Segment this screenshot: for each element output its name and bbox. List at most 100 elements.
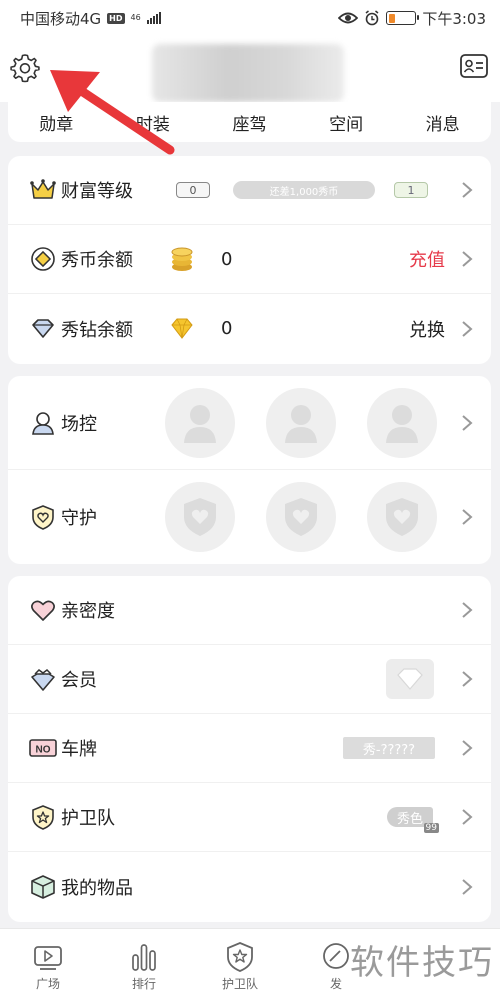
chevron-right-icon	[462, 414, 473, 431]
chevron-right-icon	[462, 809, 473, 825]
bar-rank-icon	[132, 944, 156, 971]
guard-team-label: 护卫队	[61, 808, 115, 829]
publish-icon	[323, 943, 349, 969]
shield-star-icon	[32, 805, 54, 830]
guard-team-level: 99	[423, 823, 439, 833]
diamond-gem-icon	[171, 318, 193, 339]
intimacy-row[interactable]: 亲密度	[8, 576, 491, 645]
person-placeholder-icon	[386, 404, 418, 443]
guard-team-row[interactable]: 护卫队 秀色 99	[8, 783, 491, 852]
nav-plaza-label: 广场	[35, 977, 60, 991]
empty-guard-slot[interactable]	[266, 482, 336, 552]
shield-placeholder-icon	[184, 498, 216, 536]
profile-info-blurred[interactable]	[152, 44, 344, 102]
member-row[interactable]: 会员	[8, 645, 491, 714]
battery-icon	[386, 11, 420, 25]
chevron-right-icon	[462, 671, 473, 687]
video-play-icon	[34, 946, 62, 970]
guard-row[interactable]: 守护	[8, 470, 491, 564]
diamond-outline-icon	[32, 318, 54, 338]
shield-placeholder-icon	[386, 498, 418, 536]
coin-balance-row[interactable]: 秀币余额 0 充值	[8, 225, 491, 294]
empty-avatar-slot[interactable]	[165, 387, 235, 458]
network-type: 46	[130, 13, 141, 22]
chevron-right-icon	[462, 182, 473, 198]
license-plate-row[interactable]: NO 车牌 秀-?????	[8, 714, 491, 783]
venue-control-label: 场控	[61, 413, 97, 435]
exchange-button[interactable]: 兑换	[409, 316, 445, 342]
level-progress-bar: 还差1,000秀币	[233, 181, 375, 199]
member-label: 会员	[61, 670, 97, 691]
id-card-icon[interactable]	[460, 54, 488, 78]
tab-messages[interactable]: 消息	[426, 110, 460, 135]
crown-icon	[30, 179, 56, 199]
status-bar: 中国移动4G HD 46 下午3:03	[0, 0, 500, 36]
coin-balance-value: 0	[221, 248, 233, 270]
chevron-right-icon	[462, 320, 473, 337]
chevron-right-icon	[462, 251, 473, 267]
roles-card: 场控 守护	[8, 376, 491, 564]
tab-outfits[interactable]: 时装	[136, 110, 170, 135]
eye-comfort-icon	[338, 12, 359, 24]
tab-vehicles[interactable]: 座驾	[232, 110, 266, 135]
profile-tabs: 勋章 时装 座驾 空间 消息	[8, 102, 491, 142]
person-icon	[32, 411, 54, 435]
chevron-right-icon	[462, 740, 473, 756]
coin-stack-icon	[171, 247, 193, 271]
plate-no-icon: NO	[29, 739, 57, 757]
next-level-badge: 1	[394, 182, 428, 198]
empty-guard-slot[interactable]	[367, 482, 437, 552]
license-plate-label: 车牌	[61, 739, 97, 760]
empty-guard-slot[interactable]	[165, 482, 235, 552]
shield-heart-icon	[32, 505, 54, 530]
hd-badge: HD	[107, 12, 125, 24]
person-placeholder-icon	[285, 404, 317, 443]
person-placeholder-icon	[184, 404, 216, 443]
wealth-level-label: 财富等级	[61, 181, 133, 202]
nav-rank[interactable]: 排行	[96, 929, 192, 1000]
profile-header	[0, 36, 500, 102]
plate-value-badge: 秀-?????	[343, 737, 435, 759]
nav-guard-team[interactable]: 护卫队	[192, 929, 288, 1000]
feature-list-card: 亲密度 会员 NO 车牌 秀-????? 护卫队 秀色 99 我的物品	[8, 576, 491, 922]
diamond-balance-label: 秀钻余额	[61, 319, 133, 341]
intimacy-label: 亲密度	[61, 601, 115, 622]
chevron-right-icon	[462, 878, 473, 895]
bottom-nav: 广场 排行 护卫队 发 软件技巧	[0, 928, 500, 1000]
clock-text: 下午3:03	[422, 9, 486, 28]
empty-avatar-slot[interactable]	[367, 387, 437, 458]
venue-control-row[interactable]: 场控	[8, 376, 491, 470]
box-icon	[31, 874, 55, 899]
empty-avatar-slot[interactable]	[266, 387, 336, 458]
nav-rank-label: 排行	[131, 977, 156, 991]
chevron-right-icon	[462, 509, 473, 525]
diamond-balance-value: 0	[221, 318, 233, 339]
shield-placeholder-icon	[285, 498, 317, 536]
nav-guard-team-label: 护卫队	[221, 977, 258, 991]
shield-star-icon	[227, 942, 253, 972]
my-items-label: 我的物品	[61, 877, 133, 899]
wealth-card: 财富等级 0 还差1,000秀币 1 秀币余额 0 充值 秀钻余额 0 兑换	[8, 156, 491, 364]
tab-space[interactable]: 空间	[329, 110, 363, 135]
chevron-right-icon	[462, 602, 473, 618]
wealth-level-row[interactable]: 财富等级 0 还差1,000秀币 1	[8, 156, 491, 225]
watermark-text: 软件技巧	[350, 943, 494, 983]
heart-icon	[31, 600, 55, 621]
member-badge-icon	[386, 659, 434, 699]
status-right: 下午3:03	[338, 8, 486, 29]
signal-icon	[146, 12, 161, 24]
nav-plaza[interactable]: 广场	[0, 929, 96, 1000]
recharge-button[interactable]: 充值	[409, 246, 445, 272]
svg-text:NO: NO	[36, 745, 51, 756]
status-left: 中国移动4G HD 46	[20, 8, 161, 29]
crown-diamond-icon	[31, 669, 55, 691]
nav-publish-label: 发	[329, 977, 342, 991]
settings-gear-icon[interactable]	[9, 52, 41, 84]
diamond-balance-row[interactable]: 秀钻余额 0 兑换	[8, 294, 491, 363]
coin-balance-label: 秀币余额	[61, 250, 133, 271]
coin-icon	[31, 247, 55, 271]
guard-label: 守护	[61, 508, 97, 529]
alarm-icon	[365, 10, 379, 26]
tab-medals[interactable]: 勋章	[39, 110, 73, 135]
my-items-row[interactable]: 我的物品	[8, 852, 491, 921]
